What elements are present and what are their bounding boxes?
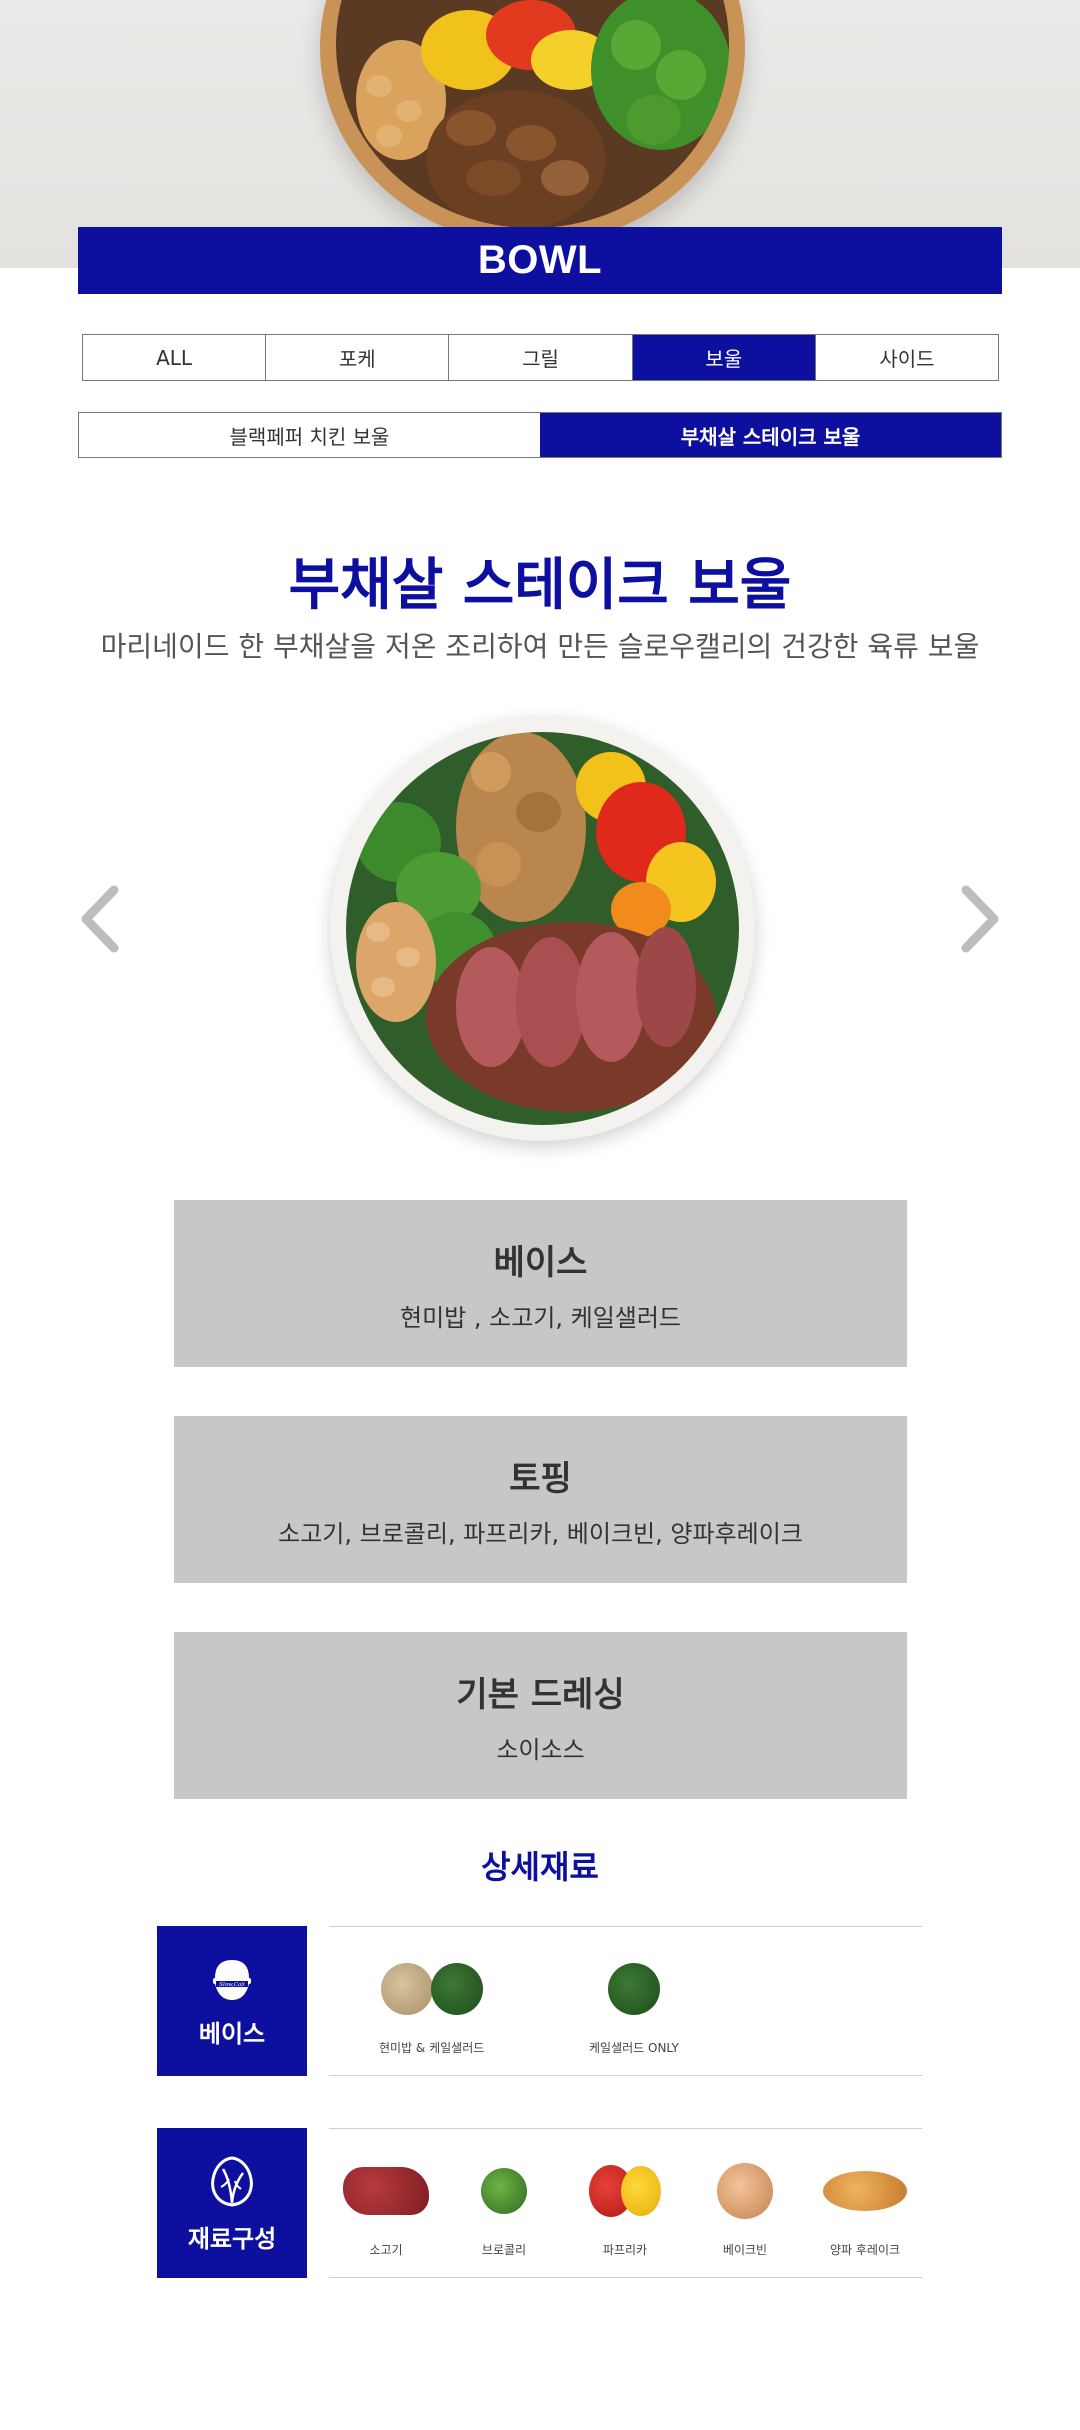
chevron-right-icon — [961, 885, 999, 953]
detail-title: 상세재료 — [481, 1848, 599, 1886]
tab-side[interactable]: 사이드 — [815, 335, 999, 380]
product-image — [330, 716, 755, 1141]
category-banner: BOWL — [78, 227, 1002, 294]
product-tabs: 블랙페퍼 치킨 보울 부채살 스테이크 보울 — [78, 412, 1002, 458]
detail-ingredients-row: 재료구성 소고기 브로콜리 파프리카 베이크빈 양파 후레이크 — [157, 2128, 922, 2278]
beef-image — [343, 2151, 429, 2231]
rice-bowl-icon: Slow,Cali — [213, 1959, 251, 2000]
ingredient-name: 파프리카 — [602, 2243, 648, 2257]
tab-all[interactable]: ALL — [83, 335, 267, 380]
product-title: 부채살 스테이크 보울 — [288, 553, 792, 618]
base-info-box: 베이스 현미밥 , 소고기, 케일샐러드 — [174, 1200, 907, 1367]
tab-poke[interactable]: 포케 — [266, 335, 450, 380]
base-heading: 베이스 — [493, 1242, 588, 1283]
topping-info-box: 토핑 소고기, 브로콜리, 파프리카, 베이크빈, 양파후레이크 — [174, 1416, 907, 1583]
dressing-heading: 기본 드레싱 — [456, 1674, 625, 1715]
ingredient-item: 케일샐러드 ONLY — [589, 1949, 679, 2056]
tab-grill[interactable]: 그릴 — [449, 335, 633, 380]
detail-ingredients-items: 소고기 브로콜리 파프리카 베이크빈 양파 후레이크 — [329, 2128, 922, 2278]
onion-flake-image — [823, 2151, 907, 2231]
category-title: BOWL — [477, 238, 603, 282]
ingredient-item: 양파 후레이크 — [823, 2151, 907, 2258]
rice-kale-image — [380, 1949, 483, 2029]
tab-chuck-steak-bowl[interactable]: 부채살 스테이크 보울 — [540, 413, 1001, 457]
product-subtitle: 마리네이드 한 부채살을 저온 조리하여 만든 슬로우캘리의 건강한 육류 보울 — [100, 630, 980, 663]
tab-bowl[interactable]: 보울 — [632, 335, 816, 380]
lettuce-icon — [211, 2155, 253, 2207]
baked-beans-image — [717, 2151, 773, 2231]
ingredient-name: 소고기 — [369, 2243, 403, 2257]
chevron-left-icon — [81, 885, 119, 953]
category-tabs: ALL 포케 그릴 보울 사이드 — [82, 334, 999, 381]
ingredient-item: 베이크빈 — [717, 2151, 773, 2258]
dressing-info-box: 기본 드레싱 소이소스 — [174, 1632, 907, 1799]
ingredient-name: 현미밥 & 케일샐러드 — [379, 2041, 485, 2055]
carousel-prev-button[interactable] — [78, 884, 122, 954]
detail-base-label: 베이스 — [198, 2019, 266, 2048]
ingredient-item: 파프리카 — [589, 2151, 661, 2258]
detail-base-row: Slow,Cali 베이스 현미밥 & 케일샐러드 케일샐러드 ONLY — [157, 1926, 922, 2076]
ingredient-name: 양파 후레이크 — [829, 2243, 901, 2257]
detail-base-items: 현미밥 & 케일샐러드 케일샐러드 ONLY — [329, 1926, 922, 2076]
dressing-text: 소이소스 — [496, 1735, 585, 1764]
ingredient-name: 브로콜리 — [481, 2243, 527, 2257]
hero-bowl-image — [320, 0, 745, 245]
ingredient-name: 케일샐러드 ONLY — [589, 2041, 679, 2055]
detail-ingredients-label: 재료구성 — [187, 2224, 277, 2253]
topping-heading: 토핑 — [509, 1458, 572, 1499]
tab-black-pepper-chicken-bowl[interactable]: 블랙페퍼 치킨 보울 — [79, 413, 540, 457]
ingredient-item: 소고기 — [343, 2151, 429, 2258]
paprika-image — [589, 2151, 661, 2231]
broccoli-image — [481, 2151, 527, 2231]
ingredient-name: 베이크빈 — [722, 2243, 768, 2257]
ingredient-item: 현미밥 & 케일샐러드 — [379, 1949, 484, 2056]
rice-bowl-logo-text: Slow,Cali — [219, 1982, 245, 1988]
carousel-next-button[interactable] — [958, 884, 1002, 954]
kale-image — [607, 1949, 660, 2029]
detail-ingredients-header: 재료구성 — [157, 2128, 307, 2278]
ingredient-item: 브로콜리 — [481, 2151, 527, 2258]
base-text: 현미밥 , 소고기, 케일샐러드 — [399, 1303, 682, 1332]
detail-base-header: Slow,Cali 베이스 — [157, 1926, 307, 2076]
topping-text: 소고기, 브로콜리, 파프리카, 베이크빈, 양파후레이크 — [278, 1519, 803, 1548]
